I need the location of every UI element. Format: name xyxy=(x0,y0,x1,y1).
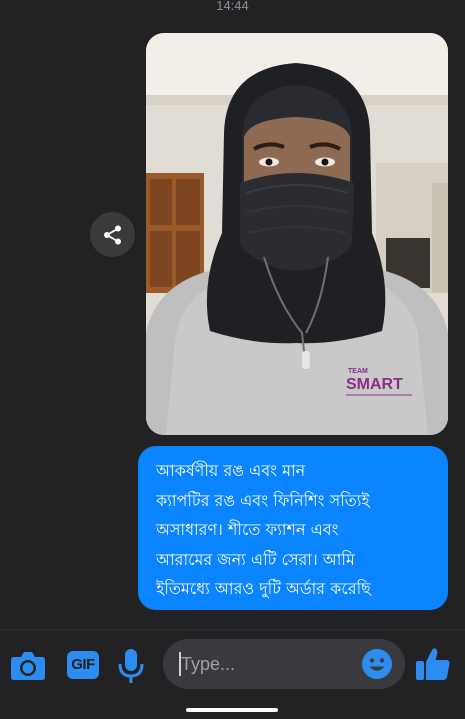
message-composer: GIF xyxy=(0,629,465,719)
like-button[interactable] xyxy=(414,644,452,684)
gif-button[interactable]: GIF xyxy=(66,649,100,681)
message-input[interactable] xyxy=(181,639,359,689)
share-button[interactable] xyxy=(90,212,135,257)
chat-screen: 14:44 TEAM SMART আকর্ষণীয় রঙ এবং মান ক্… xyxy=(0,0,465,719)
composer-divider xyxy=(0,629,465,630)
emoji-icon xyxy=(362,649,392,679)
shirt-logo: SMART xyxy=(346,376,403,393)
microphone-button[interactable] xyxy=(116,647,146,685)
message-input-container xyxy=(163,639,405,689)
text-message-bubble[interactable]: আকর্ষণীয় রঙ এবং মান ক্যাপটির রঙ এবং ফিন… xyxy=(138,446,448,610)
shirt-logo-small: TEAM xyxy=(348,368,368,375)
home-indicator xyxy=(186,708,278,712)
share-icon xyxy=(103,225,121,244)
message-timestamp: 14:44 xyxy=(216,0,249,13)
thumbs-up-icon xyxy=(416,648,450,680)
message-photo: TEAM SMART xyxy=(146,33,448,435)
photo-message[interactable]: TEAM SMART xyxy=(146,33,448,435)
gif-icon: GIF xyxy=(67,651,99,679)
camera-button[interactable] xyxy=(10,647,46,683)
message-text: আকর্ষণীয় রঙ এবং মান ক্যাপটির রঙ এবং ফিন… xyxy=(156,461,371,598)
microphone-icon xyxy=(118,649,144,683)
camera-icon xyxy=(11,652,45,680)
emoji-button[interactable] xyxy=(361,648,393,680)
